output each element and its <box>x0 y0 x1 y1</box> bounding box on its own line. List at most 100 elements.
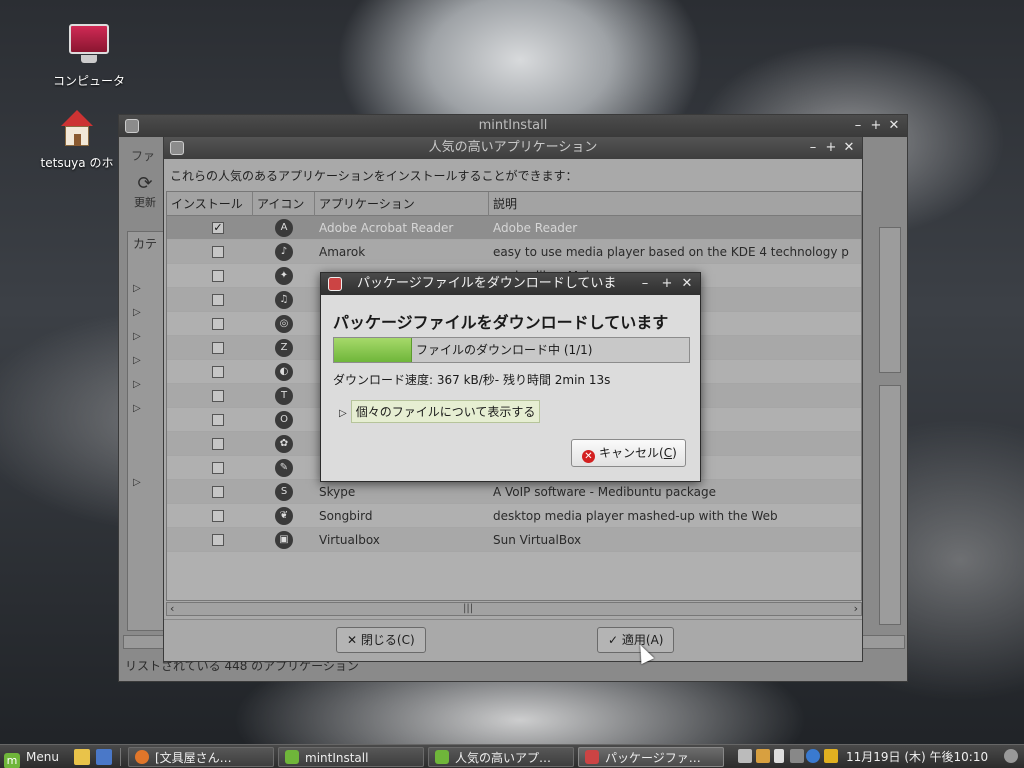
taskbar-item-browser[interactable]: [文具屋さん… <box>128 747 274 767</box>
desktop-icon-home[interactable]: tetsuya のホ <box>22 104 132 171</box>
close-icon: ✕ <box>347 633 358 647</box>
install-checkbox[interactable] <box>212 534 224 546</box>
file-manager-icon[interactable] <box>74 749 90 765</box>
table-row[interactable]: ❦ Songbird desktop media player mashed-up … <box>167 504 861 528</box>
package-icon <box>585 750 599 764</box>
taskbar-item-download[interactable]: パッケージファ… <box>578 747 724 767</box>
install-checkbox[interactable] <box>212 366 224 378</box>
table-row[interactable]: ▣ Virtualbox Sun VirtualBox <box>167 528 861 552</box>
install-checkbox[interactable] <box>212 486 224 498</box>
expand-arrow-icon[interactable]: ▷ <box>133 331 141 342</box>
cancel-button-mnemonic: C <box>663 446 673 460</box>
mintinstall-titlebar[interactable]: mintInstall – + ✕ <box>119 115 907 137</box>
input-method-icon[interactable] <box>756 749 770 763</box>
cancel-icon: ✕ <box>582 450 595 463</box>
desktop-icon-computer[interactable]: コンピュータ <box>34 22 144 89</box>
mint-icon <box>170 141 184 155</box>
divider <box>164 619 862 620</box>
scroll-left-icon[interactable]: ‹ <box>170 602 174 615</box>
expand-arrow-icon[interactable]: ▷ <box>133 403 141 414</box>
expand-arrow-icon[interactable]: ▷ <box>133 355 141 366</box>
start-menu-button[interactable]: m Menu <box>4 745 59 768</box>
mint-icon <box>285 750 299 764</box>
app-description: Adobe Reader <box>493 221 578 235</box>
network-icon[interactable] <box>790 749 804 763</box>
vertical-scrollbar[interactable] <box>879 227 901 373</box>
cancel-button[interactable]: ✕ キャンセル(C) <box>571 439 686 467</box>
maximize-button[interactable]: + <box>658 273 676 295</box>
picasa-icon: ✿ <box>275 435 293 453</box>
refresh-button[interactable]: ⟳ 更新 <box>127 173 163 210</box>
column-header-install[interactable]: インストール <box>167 192 253 216</box>
taskbar-item-popular-apps[interactable]: 人気の高いアプ… <box>428 747 574 767</box>
install-checkbox[interactable] <box>212 342 224 354</box>
vertical-scrollbar[interactable] <box>879 385 901 625</box>
expand-arrow-icon[interactable]: ▷ <box>133 477 141 488</box>
cancel-button-suffix: ) <box>672 446 677 460</box>
install-checkbox[interactable] <box>212 414 224 426</box>
taskbar-item-mintinstall[interactable]: mintInstall <box>278 747 424 767</box>
install-checkbox[interactable] <box>212 246 224 258</box>
close-dialog-button[interactable]: ✕ 閉じる(C) <box>336 627 426 653</box>
clock[interactable]: 11月19日 (木) 午後10:10 <box>846 745 988 768</box>
column-header-icon[interactable]: アイコン <box>253 192 315 216</box>
update-shield-icon[interactable] <box>806 749 820 763</box>
install-checkbox[interactable] <box>212 294 224 306</box>
file-details-expander[interactable]: ▷ 個々のファイルについて表示する <box>339 400 541 423</box>
cancel-button-label: キャンセル( <box>599 446 664 460</box>
horizontal-scrollbar[interactable]: ‹ ||| › <box>166 602 862 616</box>
expander-label: 個々のファイルについて表示する <box>350 400 541 423</box>
mint-logo-icon: m <box>4 753 20 768</box>
column-header-description[interactable]: 説明 <box>489 192 861 216</box>
window-title: mintInstall <box>478 118 548 133</box>
expand-arrow-icon[interactable]: ▷ <box>133 283 141 294</box>
expander-arrow-icon: ▷ <box>339 408 347 419</box>
install-checkbox[interactable] <box>212 390 224 402</box>
download-titlebar[interactable]: パッケージファイルをダウンロードしていま – + ✕ <box>321 273 700 295</box>
virtualbox-icon: ▣ <box>275 531 293 549</box>
minimize-button[interactable]: – <box>849 115 867 137</box>
close-button-label: 閉じる(C) <box>360 633 415 647</box>
install-checkbox[interactable]: ✓ <box>212 222 224 234</box>
app-description: A VoIP software - Medibuntu package <box>493 485 717 499</box>
crown-icon[interactable] <box>824 749 838 763</box>
download-progress-text: ファイルのダウンロード中 (1/1) <box>416 343 593 357</box>
minimize-button[interactable]: – <box>636 273 654 295</box>
file-menu[interactable]: ファ <box>131 147 155 164</box>
expand-arrow-icon[interactable]: ▷ <box>133 307 141 318</box>
amarok-icon: ♪ <box>275 243 293 261</box>
table-row[interactable]: S Skype A VoIP software - Medibuntu packag… <box>167 480 861 504</box>
app-description: desktop media player mashed-up with the … <box>493 509 778 523</box>
maximize-button[interactable]: + <box>867 115 885 137</box>
window-title: 人気の高いアプリケーション <box>428 140 598 155</box>
popular-apps-titlebar[interactable]: 人気の高いアプリケーション – + ✕ <box>164 137 862 159</box>
close-button[interactable]: ✕ <box>678 273 696 295</box>
app-name: Virtualbox <box>319 533 380 547</box>
install-checkbox[interactable] <box>212 270 224 282</box>
mint-icon <box>435 750 449 764</box>
scroll-right-icon[interactable]: › <box>854 602 858 615</box>
expand-arrow-icon[interactable]: ▷ <box>133 379 141 390</box>
power-icon[interactable] <box>1004 749 1018 763</box>
maximize-button[interactable]: + <box>822 137 840 159</box>
battery-icon[interactable] <box>774 749 784 763</box>
table-row[interactable]: ♪ Amarok easy to use media player based on… <box>167 240 861 264</box>
scribus-icon: ✎ <box>275 459 293 477</box>
keyboard-icon[interactable] <box>738 749 752 763</box>
minimize-button[interactable]: – <box>804 137 822 159</box>
table-row[interactable]: ✓ A Adobe Acrobat Reader Adobe Reader <box>167 216 861 240</box>
install-checkbox[interactable] <box>212 510 224 522</box>
app-name: Skype <box>319 485 356 499</box>
show-desktop-icon[interactable] <box>96 749 112 765</box>
earth-icon: ◐ <box>275 363 293 381</box>
install-checkbox[interactable] <box>212 318 224 330</box>
close-button[interactable]: ✕ <box>840 137 858 159</box>
close-button[interactable]: ✕ <box>885 115 903 137</box>
skype-icon: S <box>275 483 293 501</box>
column-header-application[interactable]: アプリケーション <box>315 192 489 216</box>
acrobat-icon: A <box>275 219 293 237</box>
refresh-label: 更新 <box>134 196 156 209</box>
install-checkbox[interactable] <box>212 438 224 450</box>
install-checkbox[interactable] <box>212 462 224 474</box>
scroll-grip-icon[interactable]: ||| <box>463 603 473 614</box>
